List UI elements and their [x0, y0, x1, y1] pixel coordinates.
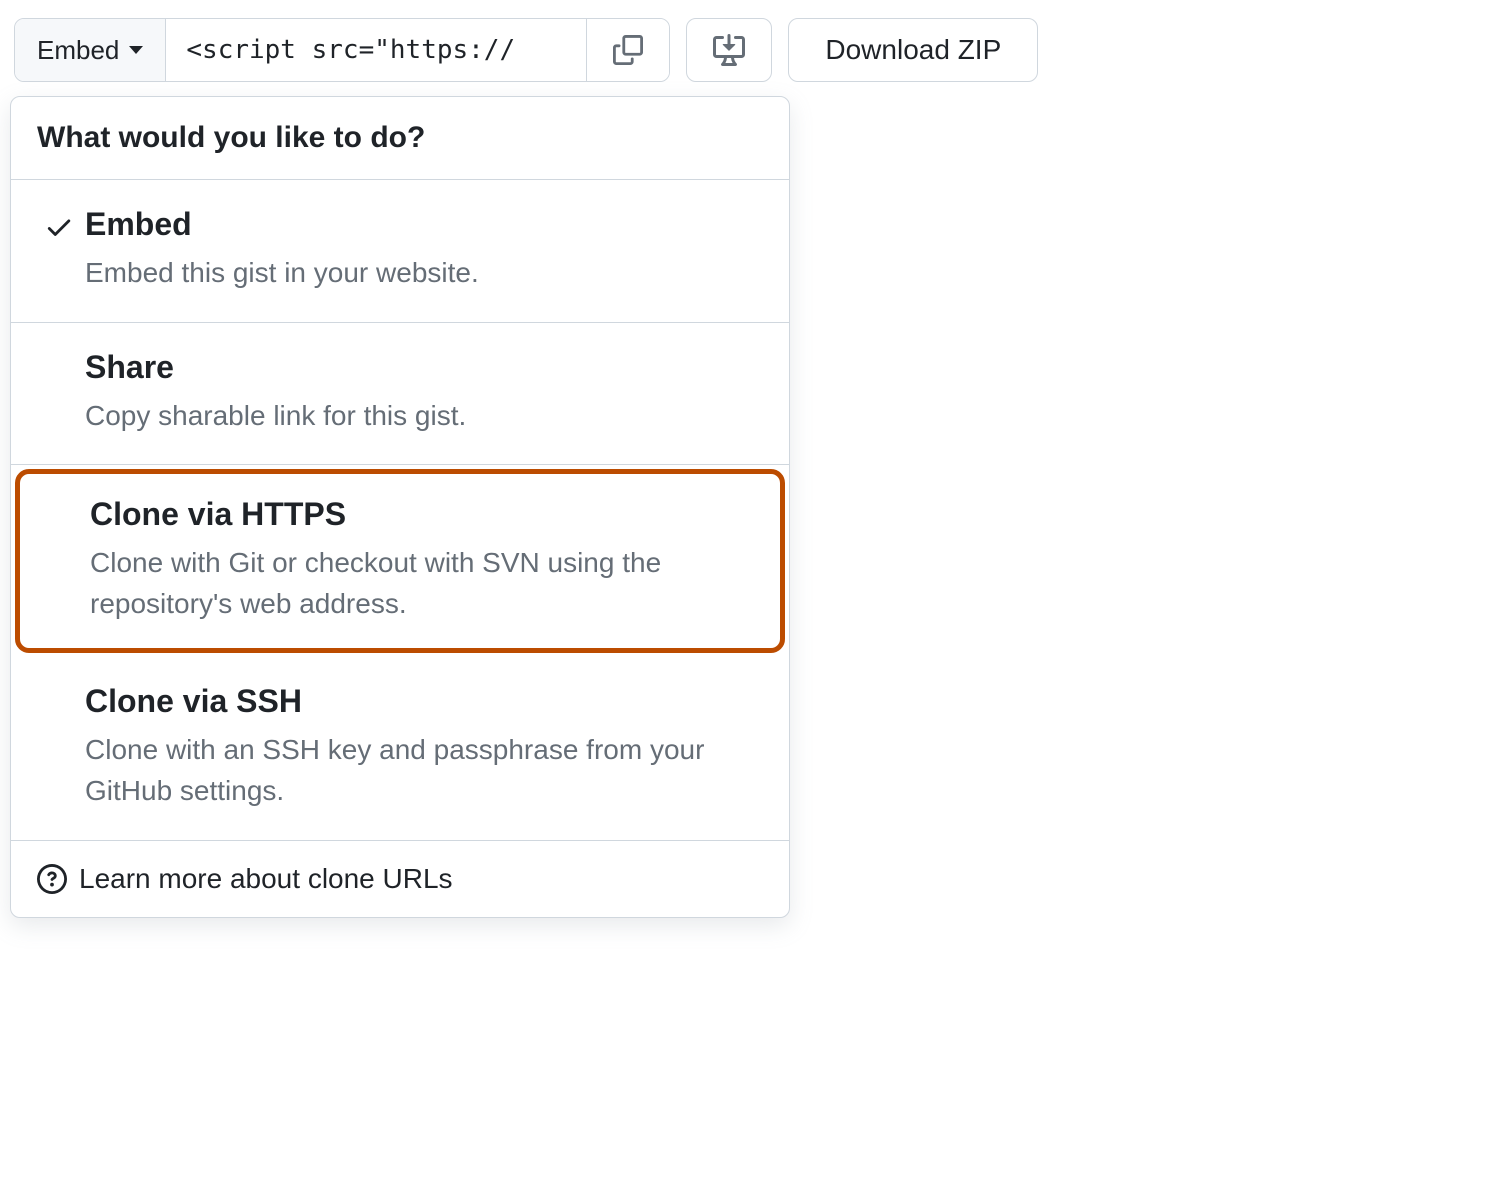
embed-dropdown-menu: What would you like to do? Embed Embed t…: [10, 96, 790, 918]
caret-down-icon: [129, 46, 143, 54]
item-desc: Clone with an SSH key and passphrase fro…: [85, 730, 767, 811]
dropdown-item-clone-ssh[interactable]: Clone via SSH Clone with an SSH key and …: [11, 657, 789, 840]
item-title: Embed: [85, 206, 767, 243]
copy-icon: [613, 35, 643, 65]
footer-label: Learn more about clone URLs: [79, 863, 453, 895]
download-zip-button[interactable]: Download ZIP: [788, 18, 1038, 82]
item-title: Share: [85, 349, 767, 386]
dropdown-footer-learn-more[interactable]: Learn more about clone URLs: [11, 841, 789, 917]
desktop-download-button[interactable]: [686, 18, 772, 82]
copy-button[interactable]: [586, 19, 669, 81]
toolbar: Embed Download ZIP: [14, 18, 1486, 82]
item-title: Clone via HTTPS: [90, 496, 762, 533]
item-title: Clone via SSH: [85, 683, 767, 720]
dropdown-item-share[interactable]: Share Copy sharable link for this gist.: [11, 323, 789, 466]
embed-label: Embed: [37, 35, 119, 66]
item-desc: Clone with Git or checkout with SVN usin…: [90, 543, 762, 624]
embed-dropdown-button[interactable]: Embed: [15, 19, 166, 81]
check-icon: [33, 206, 85, 242]
question-icon: [37, 864, 67, 894]
dropdown-item-embed[interactable]: Embed Embed this gist in your website.: [11, 180, 789, 323]
item-desc: Embed this gist in your website.: [85, 253, 767, 294]
dropdown-item-clone-https[interactable]: Clone via HTTPS Clone with Git or checko…: [15, 469, 785, 653]
embed-group: Embed: [14, 18, 670, 82]
embed-script-input[interactable]: [166, 19, 586, 81]
desktop-download-icon: [713, 34, 745, 66]
dropdown-header: What would you like to do?: [11, 97, 789, 180]
item-desc: Copy sharable link for this gist.: [85, 396, 767, 437]
